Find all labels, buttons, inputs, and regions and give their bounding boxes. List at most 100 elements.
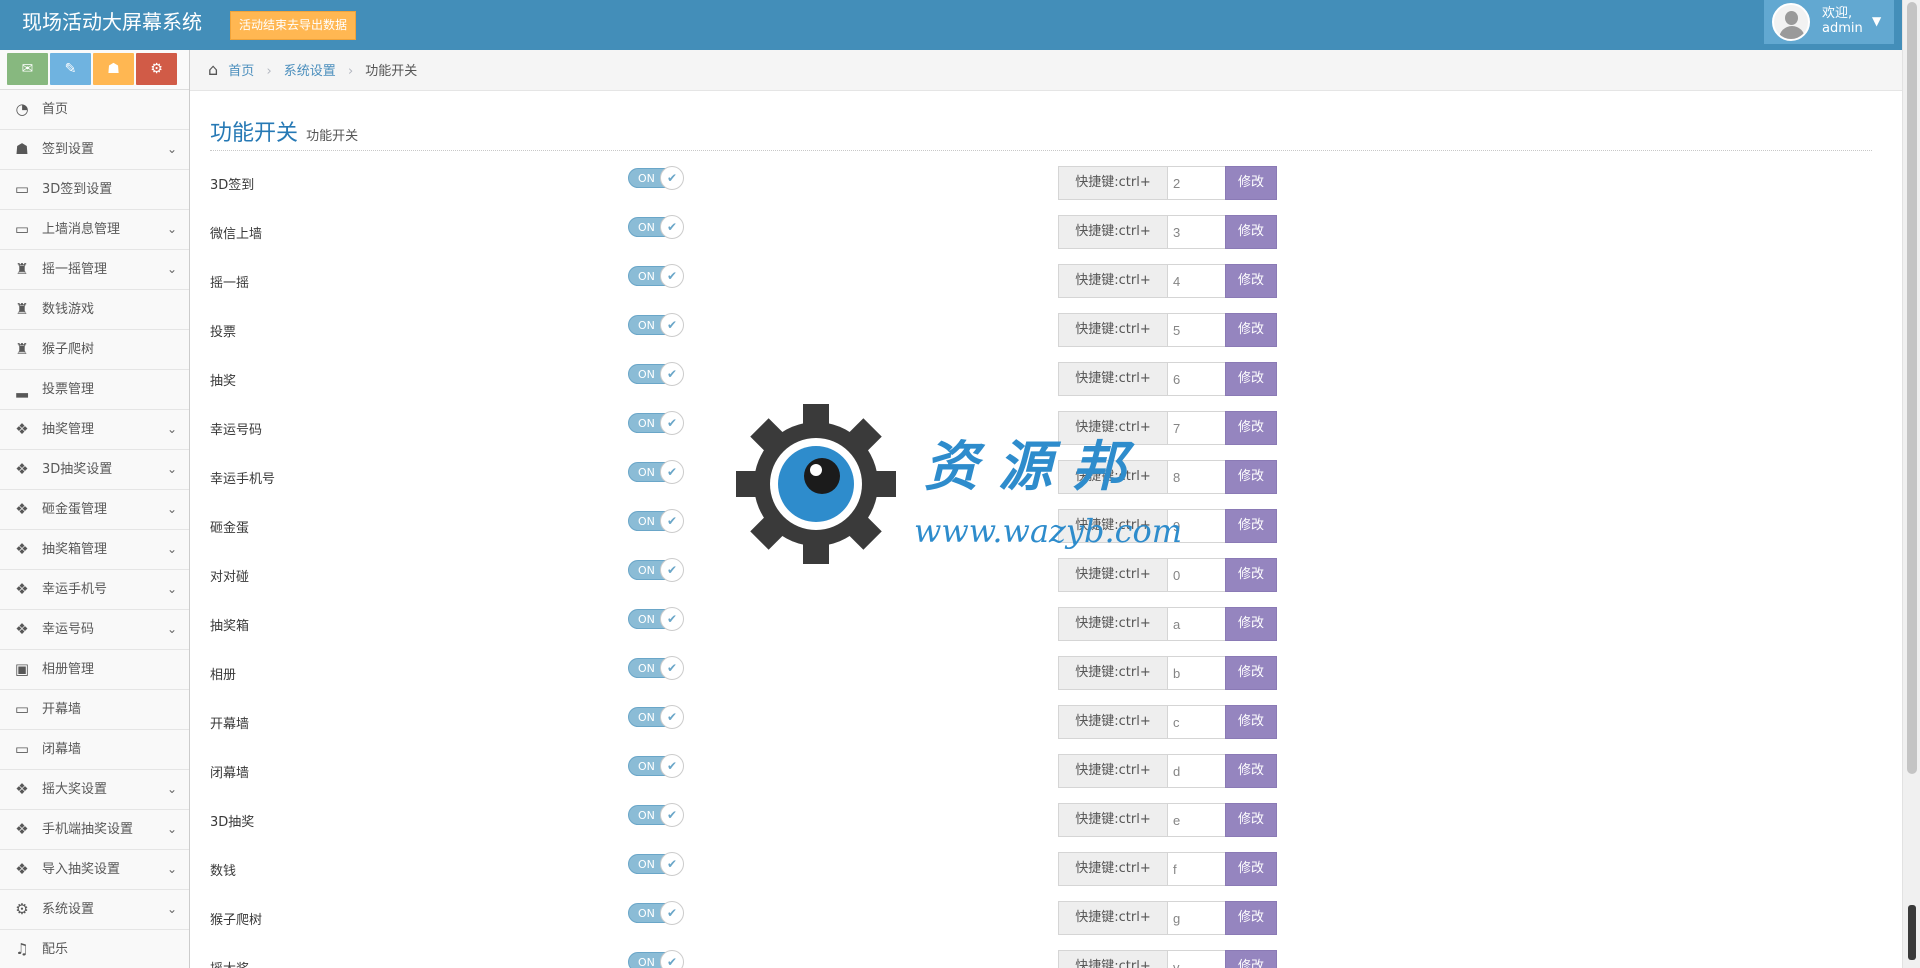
sidebar-item[interactable]: ❖ 手机端抽奖设置 ⌄ xyxy=(0,810,189,850)
sidebar-item[interactable]: ❖ 砸金蛋管理 ⌄ xyxy=(0,490,189,530)
user-menu[interactable]: 欢迎, admin ▼ xyxy=(1764,0,1894,44)
check-icon[interactable]: ✔ xyxy=(660,656,684,680)
sidebar-item[interactable]: ♜ 摇一摇管理 ⌄ xyxy=(0,250,189,290)
hotkey-input[interactable] xyxy=(1167,166,1226,200)
check-icon[interactable]: ✔ xyxy=(660,362,684,386)
sidebar-item[interactable]: ▣ 相册管理 xyxy=(0,650,189,690)
modify-button[interactable]: 修改 xyxy=(1225,754,1277,788)
modify-button[interactable]: 修改 xyxy=(1225,656,1277,690)
feature-toggle[interactable]: ON ✔ xyxy=(628,362,686,386)
hotkey-input[interactable] xyxy=(1167,362,1226,396)
check-icon[interactable]: ✔ xyxy=(660,215,684,239)
cogs-icon[interactable]: ⚙ xyxy=(136,53,177,85)
feature-toggle[interactable]: ON ✔ xyxy=(628,264,686,288)
check-icon[interactable]: ✔ xyxy=(660,607,684,631)
sidebar-item[interactable]: ❖ 幸运号码 ⌄ xyxy=(0,610,189,650)
modify-button[interactable]: 修改 xyxy=(1225,264,1277,298)
sidebar-item[interactable]: ▭ 3D签到设置 xyxy=(0,170,189,210)
modify-button[interactable]: 修改 xyxy=(1225,460,1277,494)
feature-toggle[interactable]: ON ✔ xyxy=(628,901,686,925)
check-icon[interactable]: ✔ xyxy=(660,558,684,582)
modify-button[interactable]: 修改 xyxy=(1225,215,1277,249)
app-brand[interactable]: 现场活动大屏幕系统 xyxy=(22,10,202,34)
feature-toggle[interactable]: ON ✔ xyxy=(628,852,686,876)
sidebar-item[interactable]: ⚙ 系统设置 ⌄ xyxy=(0,890,189,930)
check-icon[interactable]: ✔ xyxy=(660,509,684,533)
hotkey-input[interactable] xyxy=(1167,264,1226,298)
feature-toggle[interactable]: ON ✔ xyxy=(628,754,686,778)
check-icon[interactable]: ✔ xyxy=(660,705,684,729)
sidebar-item[interactable]: ♜ 数钱游戏 xyxy=(0,290,189,330)
sidebar-item[interactable]: ▭ 闭幕墙 xyxy=(0,730,189,770)
sidebar-item[interactable]: ♜ 猴子爬树 xyxy=(0,330,189,370)
hotkey-input[interactable] xyxy=(1167,754,1226,788)
check-icon[interactable]: ✔ xyxy=(660,852,684,876)
sidebar-item[interactable]: ❖ 抽奖管理 ⌄ xyxy=(0,410,189,450)
feature-toggle[interactable]: ON ✔ xyxy=(628,313,686,337)
hotkey-input[interactable] xyxy=(1167,656,1226,690)
check-icon[interactable]: ✔ xyxy=(660,264,684,288)
modify-button[interactable]: 修改 xyxy=(1225,411,1277,445)
sidebar-item[interactable]: ❖ 抽奖箱管理 ⌄ xyxy=(0,530,189,570)
hotkey-input[interactable] xyxy=(1167,852,1226,886)
feature-toggle[interactable]: ON ✔ xyxy=(628,166,686,190)
hotkey-input[interactable] xyxy=(1167,950,1226,968)
sidebar-item[interactable]: ☗ 签到设置 ⌄ xyxy=(0,130,189,170)
check-icon[interactable]: ✔ xyxy=(660,411,684,435)
sidebar-item[interactable]: ❖ 幸运手机号 ⌄ xyxy=(0,570,189,610)
breadcrumb-home[interactable]: 首页 xyxy=(228,64,254,79)
feature-toggle[interactable]: ON ✔ xyxy=(628,558,686,582)
hotkey-input[interactable] xyxy=(1167,313,1226,347)
sidebar-item[interactable]: ♫ 配乐 xyxy=(0,930,189,968)
avatar[interactable] xyxy=(1772,3,1810,41)
breadcrumb-section[interactable]: 系统设置 xyxy=(284,64,336,79)
feature-toggle[interactable]: ON ✔ xyxy=(628,705,686,729)
sidebar-item[interactable]: ▭ 开幕墙 xyxy=(0,690,189,730)
comment-icon[interactable]: ✉ xyxy=(7,53,48,85)
page-scrollbar[interactable] xyxy=(1902,0,1920,968)
sidebar-item[interactable]: ❖ 摇大奖设置 ⌄ xyxy=(0,770,189,810)
scroll-widget[interactable] xyxy=(1908,905,1916,960)
hotkey-input[interactable] xyxy=(1167,607,1226,641)
modify-button[interactable]: 修改 xyxy=(1225,607,1277,641)
caret-down-icon[interactable]: ▼ xyxy=(1872,14,1881,28)
modify-button[interactable]: 修改 xyxy=(1225,901,1277,935)
export-data-button[interactable]: 活动结束去导出数据 xyxy=(230,11,357,40)
sidebar-item[interactable]: ❖ 导入抽奖设置 ⌄ xyxy=(0,850,189,890)
modify-button[interactable]: 修改 xyxy=(1225,166,1277,200)
feature-toggle[interactable]: ON ✔ xyxy=(628,215,686,239)
sidebar-item[interactable]: ▭ 上墙消息管理 ⌄ xyxy=(0,210,189,250)
check-icon[interactable]: ✔ xyxy=(660,754,684,778)
modify-button[interactable]: 修改 xyxy=(1225,705,1277,739)
feature-toggle[interactable]: ON ✔ xyxy=(628,656,686,680)
check-icon[interactable]: ✔ xyxy=(660,901,684,925)
hotkey-input[interactable] xyxy=(1167,803,1226,837)
feature-toggle[interactable]: ON ✔ xyxy=(628,803,686,827)
check-icon[interactable]: ✔ xyxy=(660,313,684,337)
users-icon[interactable]: ☗ xyxy=(93,53,134,85)
modify-button[interactable]: 修改 xyxy=(1225,803,1277,837)
check-icon[interactable]: ✔ xyxy=(660,950,684,968)
hotkey-input[interactable] xyxy=(1167,215,1226,249)
feature-toggle[interactable]: ON ✔ xyxy=(628,460,686,484)
feature-toggle[interactable]: ON ✔ xyxy=(628,411,686,435)
hotkey-input[interactable] xyxy=(1167,509,1226,543)
hotkey-input[interactable] xyxy=(1167,411,1226,445)
check-icon[interactable]: ✔ xyxy=(660,460,684,484)
sidebar-item[interactable]: ▂ 投票管理 xyxy=(0,370,189,410)
scrollbar-thumb[interactable] xyxy=(1907,2,1917,774)
hotkey-input[interactable] xyxy=(1167,901,1226,935)
sidebar-item[interactable]: ◔ 首页 xyxy=(0,90,189,130)
feature-toggle[interactable]: ON ✔ xyxy=(628,950,686,968)
sidebar-item[interactable]: ❖ 3D抽奖设置 ⌄ xyxy=(0,450,189,490)
modify-button[interactable]: 修改 xyxy=(1225,313,1277,347)
modify-button[interactable]: 修改 xyxy=(1225,558,1277,592)
hotkey-input[interactable] xyxy=(1167,460,1226,494)
check-icon[interactable]: ✔ xyxy=(660,803,684,827)
check-icon[interactable]: ✔ xyxy=(660,166,684,190)
modify-button[interactable]: 修改 xyxy=(1225,362,1277,396)
pencil-icon[interactable]: ✎ xyxy=(50,53,91,85)
modify-button[interactable]: 修改 xyxy=(1225,509,1277,543)
feature-toggle[interactable]: ON ✔ xyxy=(628,607,686,631)
hotkey-input[interactable] xyxy=(1167,558,1226,592)
